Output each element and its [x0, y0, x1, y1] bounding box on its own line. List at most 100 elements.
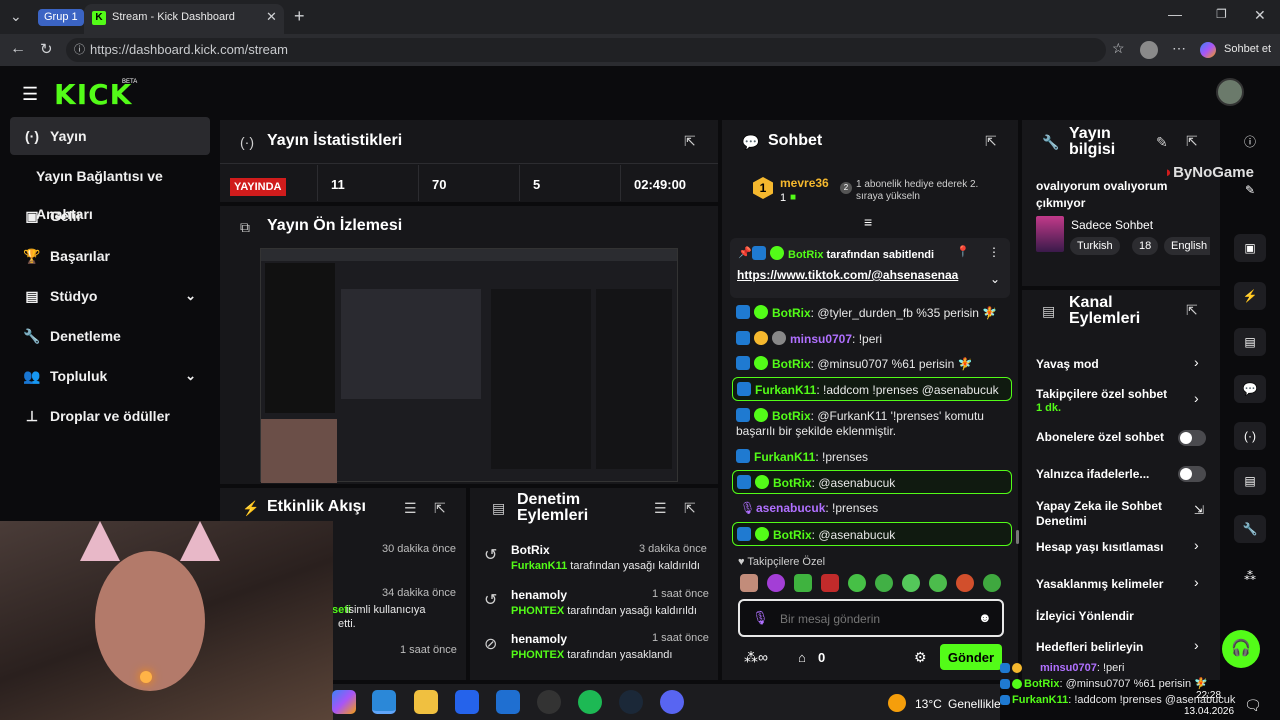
top-gifter-name[interactable]: mevre36	[780, 176, 829, 190]
emote-icon[interactable]	[848, 574, 866, 592]
chat-username[interactable]: FurkanK11	[754, 450, 815, 464]
notification-icon[interactable]: 🗨	[1244, 697, 1262, 714]
slow-mode-label[interactable]: Yavaş mod	[1036, 357, 1206, 372]
camera-icon[interactable]: ▣	[1234, 234, 1266, 262]
ai-moderation-label[interactable]: Yapay Zeka ile Sohbet Denetimi	[1036, 499, 1176, 529]
popout-icon[interactable]: ⇱	[684, 133, 696, 150]
sidebar-item-denetleme[interactable]: 🔧 Denetleme	[10, 317, 210, 355]
profile-avatar[interactable]	[1140, 41, 1158, 59]
active-tab[interactable]: K Stream - Kick Dashboard ✕	[84, 4, 284, 34]
chat-message[interactable]: BotRix: @tyler_durden_fb %35 perisin 🧚	[732, 305, 1012, 321]
mic-icon[interactable]: 🎙	[752, 610, 769, 626]
drops-icon[interactable]: ⁂	[1234, 562, 1266, 590]
broadcast-icon[interactable]: (·)	[1234, 422, 1266, 450]
chat-input[interactable]	[780, 609, 970, 629]
site-info-icon[interactable]: ⓘ	[74, 38, 85, 62]
spotify-icon[interactable]	[578, 690, 602, 714]
emoji-icon[interactable]: ☻	[978, 610, 992, 625]
copilot-icon[interactable]	[1200, 42, 1216, 58]
popout-icon[interactable]: ⇱	[684, 500, 696, 517]
chevron-right-icon[interactable]: ›	[1194, 390, 1199, 406]
filter-icon[interactable]: ☰	[654, 500, 667, 517]
chat-username[interactable]: BotRix	[772, 409, 811, 423]
maximize-icon[interactable]: ❐	[1216, 7, 1227, 21]
sidebar-item-yayin[interactable]: (·) Yayın	[10, 117, 210, 155]
stream-preview-video[interactable]	[260, 248, 678, 483]
file-explorer-icon[interactable]	[414, 690, 438, 714]
filter-icon[interactable]: ☰	[404, 500, 417, 517]
tab-list-icon[interactable]: ⌄	[10, 8, 22, 25]
set-goals-label[interactable]: Hedefleri belirleyin	[1036, 640, 1206, 655]
chevron-right-icon[interactable]: ›	[1194, 537, 1199, 553]
edit-icon[interactable]: ✎	[1234, 176, 1266, 204]
info-icon[interactable]: ⓘ	[1234, 128, 1266, 156]
outlook-icon[interactable]	[496, 690, 520, 714]
chat-message-highlighted[interactable]: FurkanK11: !addcom !prenses @asenabucuk	[732, 377, 1012, 401]
emote-icon[interactable]	[956, 574, 974, 592]
chevron-right-icon[interactable]: ›	[1194, 637, 1199, 653]
chat-message-highlighted[interactable]: BotRix: @asenabucuk	[732, 522, 1012, 546]
edge-icon[interactable]	[372, 690, 396, 714]
pinned-message[interactable]: 📌 BotRix tarafından sabitlendi 📍 ⋮ https…	[730, 238, 1010, 298]
store-icon[interactable]: ⌂	[798, 650, 806, 665]
popout-icon[interactable]: ⇱	[1186, 133, 1198, 150]
more-menu-icon[interactable]: ⋯	[1172, 40, 1186, 57]
emote-icon[interactable]	[767, 574, 785, 592]
weather-text[interactable]: Genellikle	[948, 697, 1001, 711]
chat-message[interactable]: 🎙 asenabucuk: !prenses	[732, 501, 1012, 516]
chat-message-highlighted[interactable]: BotRix: @asenabucuk	[732, 470, 1012, 494]
steam-icon[interactable]	[619, 690, 643, 714]
store-icon[interactable]	[455, 690, 479, 714]
sidebar-item-stream-key[interactable]: Yayın Bağlantısı ve Anahtarı	[10, 157, 210, 222]
scrollbar[interactable]	[1016, 530, 1019, 544]
moderation-user[interactable]: henamoly	[511, 588, 567, 602]
sidebar-item-topluluk[interactable]: 👥 Topluluk ⌄	[10, 357, 210, 395]
emote-icon[interactable]	[794, 574, 812, 592]
discord-icon[interactable]	[660, 690, 684, 714]
reload-icon[interactable]: ↻	[40, 40, 53, 58]
kick-logo[interactable]: KICK	[54, 78, 132, 111]
user-avatar[interactable]	[1216, 78, 1244, 106]
emote-icon[interactable]	[902, 574, 920, 592]
emote-icon[interactable]	[983, 574, 1001, 592]
weather-icon[interactable]	[888, 694, 906, 712]
followers-only-chat-label[interactable]: Takipçilere özel sohbet	[1036, 387, 1176, 402]
more-options-icon[interactable]: ⋮	[988, 245, 1000, 259]
window-close-icon[interactable]: ✕	[1254, 7, 1266, 24]
chat-username[interactable]: FurkanK11	[755, 383, 816, 397]
copilot-label[interactable]: Sohbet et	[1224, 43, 1271, 55]
chat-message[interactable]: BotRix: @FurkanK11 '!prenses' komutu baş…	[732, 408, 1012, 440]
chevron-right-icon[interactable]: ›	[1194, 354, 1199, 370]
chat-username[interactable]: minsu0707	[790, 332, 852, 346]
chat-icon[interactable]: 💬	[1234, 375, 1266, 403]
banned-words-label[interactable]: Yasaklanmış kelimeler	[1036, 577, 1206, 592]
wrench-icon[interactable]: 🔧	[1234, 515, 1266, 543]
unpin-icon[interactable]: 📍	[956, 245, 970, 258]
weather-temp[interactable]: 13°C	[915, 697, 942, 711]
chat-message[interactable]: BotRix: @minsu0707 %61 perisin 🧚	[732, 356, 1012, 372]
send-button[interactable]: Gönder	[940, 644, 1002, 670]
moderation-user[interactable]: BotRix	[511, 543, 550, 557]
hamburger-menu-icon[interactable]: ☰	[22, 84, 38, 105]
category-name[interactable]: Sadece Sohbet	[1071, 218, 1153, 232]
account-age-label[interactable]: Hesap yaşı kısıtlaması	[1036, 540, 1206, 555]
chat-username[interactable]: BotRix	[773, 528, 812, 542]
chevron-down-icon[interactable]: ⌄	[990, 272, 1000, 286]
sidebar-item-gelir[interactable]: ▣ Gelir	[10, 197, 210, 235]
url-field[interactable]: ⓘ https://dashboard.kick.com/stream	[66, 38, 1106, 62]
chat-username[interactable]: BotRix	[772, 306, 811, 320]
popout-icon[interactable]: ⇱	[985, 133, 997, 150]
clock-date[interactable]: 13.04.2026	[1184, 706, 1234, 717]
chat-message[interactable]: minsu0707: !peri	[732, 331, 1012, 347]
lightning-icon[interactable]: ⚡	[1234, 282, 1266, 310]
copilot-icon[interactable]	[332, 690, 356, 714]
new-tab-icon[interactable]: +	[294, 6, 305, 27]
sidebar-item-droplar[interactable]: ⊥ Droplar ve ödüller	[10, 397, 210, 435]
close-tab-icon[interactable]: ✕	[266, 9, 277, 25]
moderation-user[interactable]: henamoly	[511, 632, 567, 646]
popout-icon[interactable]: ⇱	[434, 500, 446, 517]
edit-icon[interactable]: ✎	[1156, 134, 1168, 151]
drops-icon[interactable]: ⁂∞	[744, 649, 768, 666]
chat-username[interactable]: BotRix	[772, 357, 811, 371]
collapse-icon[interactable]: ≡	[864, 214, 872, 230]
